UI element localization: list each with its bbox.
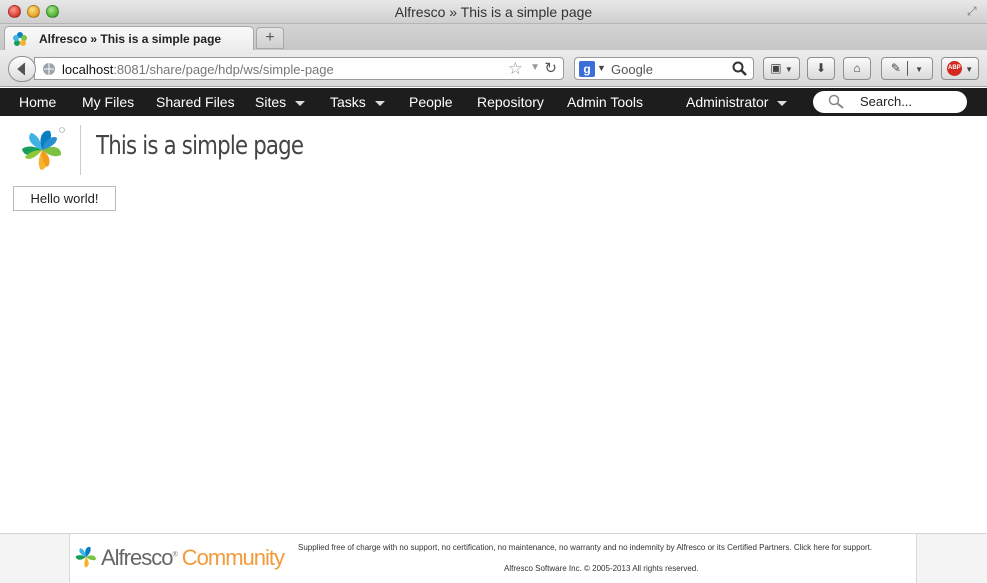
web-search-input[interactable]: Google [611, 62, 653, 77]
nav-shared-files[interactable]: Shared Files [156, 94, 235, 110]
bookmarks-icon: ▣ [770, 61, 782, 75]
alfresco-search-box[interactable]: Search... [813, 91, 967, 113]
puzzle-icon: ✎ [890, 61, 901, 75]
download-icon: ⬇ [815, 61, 827, 75]
alfresco-footer-logo [75, 546, 96, 568]
alfresco-logo [22, 127, 65, 170]
footer-brand: Alfresco® Community [101, 545, 285, 570]
footer-copyright: Alfresco Software Inc. © 2005-2013 All r… [504, 564, 699, 573]
new-tab-button[interactable]: + [256, 27, 284, 49]
chevron-down-icon [777, 100, 788, 106]
chevron-down-icon [295, 100, 306, 106]
downloads-button[interactable]: ⬇ [807, 57, 835, 80]
navigation-toolbar: localhost:8081/share/page/hdp/ws/simple-… [0, 50, 987, 87]
nav-tasks-label: Tasks [330, 94, 366, 110]
history-dropdown-icon[interactable]: ▼ [530, 62, 540, 73]
chevron-down-icon: ▼ [784, 65, 793, 74]
home-button[interactable]: ⌂ [843, 57, 871, 80]
nav-people-label: People [409, 94, 453, 110]
bookmarks-button[interactable]: ▣ ▼ [763, 57, 800, 80]
search-icon [828, 94, 844, 109]
footer-support-notice[interactable]: Supplied free of charge with no support,… [298, 543, 872, 552]
back-button[interactable] [8, 56, 36, 82]
alfresco-search-input[interactable]: Search... [860, 94, 912, 109]
footer-content: Alfresco® Community Supplied free of cha… [69, 534, 917, 583]
page-title: This is a simple page [96, 131, 304, 161]
nav-tasks[interactable]: Tasks [330, 94, 385, 110]
engine-dropdown-icon[interactable]: ▼ [597, 63, 606, 73]
nav-shared-files-label: Shared Files [156, 94, 235, 110]
home-icon: ⌂ [853, 61, 861, 75]
title-divider [80, 125, 81, 175]
reload-icon[interactable]: ↻ [544, 59, 557, 77]
web-search-bar[interactable]: g ▼ Google [574, 57, 754, 80]
back-arrow-icon [17, 62, 26, 76]
alfresco-favicon-icon [13, 32, 27, 46]
extension-button[interactable]: ✎ │ ▼ [881, 57, 933, 80]
chevron-down-icon: ▼ [965, 65, 974, 74]
abp-icon: ABP [946, 61, 962, 77]
fullscreen-icon[interactable]: ⤢ [967, 4, 981, 18]
nav-sites-label: Sites [255, 94, 287, 110]
url-path: :8081/share/page/hdp/ws/simple-page [113, 62, 334, 77]
nav-home-label: Home [19, 94, 57, 110]
footer-edition: Community [181, 545, 285, 570]
nav-user-menu[interactable]: Administrator [686, 94, 788, 110]
window-titlebar: Alfresco » This is a simple page ⤢ [0, 0, 987, 24]
url-bar[interactable]: localhost:8081/share/page/hdp/ws/simple-… [34, 57, 564, 80]
hello-world-widget: Hello world! [13, 186, 116, 211]
url-text[interactable]: localhost:8081/share/page/hdp/ws/simple-… [62, 62, 334, 77]
url-host: localhost [62, 62, 114, 77]
bookmark-star-icon[interactable]: ☆ [508, 59, 523, 79]
nav-repository-label: Repository [477, 94, 544, 110]
nav-repository[interactable]: Repository [477, 94, 544, 110]
browser-window: Alfresco » This is a simple page ⤢ Alfre… [0, 0, 987, 583]
google-icon[interactable]: g [579, 61, 595, 77]
nav-my-files-label: My Files [82, 94, 135, 110]
chevron-down-icon: ▼ [915, 65, 924, 74]
tab-strip: Alfresco » This is a simple page + [0, 24, 987, 50]
nav-user-menu-label: Administrator [686, 94, 769, 110]
window-title: Alfresco » This is a simple page [394, 4, 593, 20]
nav-my-files[interactable]: My Files [82, 94, 134, 110]
nav-people[interactable]: People [409, 94, 453, 110]
nav-sites[interactable]: Sites [255, 94, 306, 110]
globe-icon [43, 63, 55, 75]
chevron-down-icon [374, 100, 385, 106]
adblock-button[interactable]: ABP ▼ [941, 57, 979, 80]
tab-label: Alfresco » This is a simple page [39, 32, 222, 46]
tab-alfresco[interactable]: Alfresco » This is a simple page [4, 26, 254, 50]
footer-brand-name: Alfresco [101, 545, 173, 570]
nav-admin-tools-label: Admin Tools [567, 94, 644, 110]
search-icon[interactable] [732, 61, 747, 76]
alfresco-header-menu: Home My Files Shared Files Sites Tasks P… [0, 88, 987, 116]
page-footer: Alfresco® Community Supplied free of cha… [0, 533, 987, 583]
nav-home[interactable]: Home [19, 94, 56, 110]
nav-admin-tools[interactable]: Admin Tools [567, 94, 643, 110]
